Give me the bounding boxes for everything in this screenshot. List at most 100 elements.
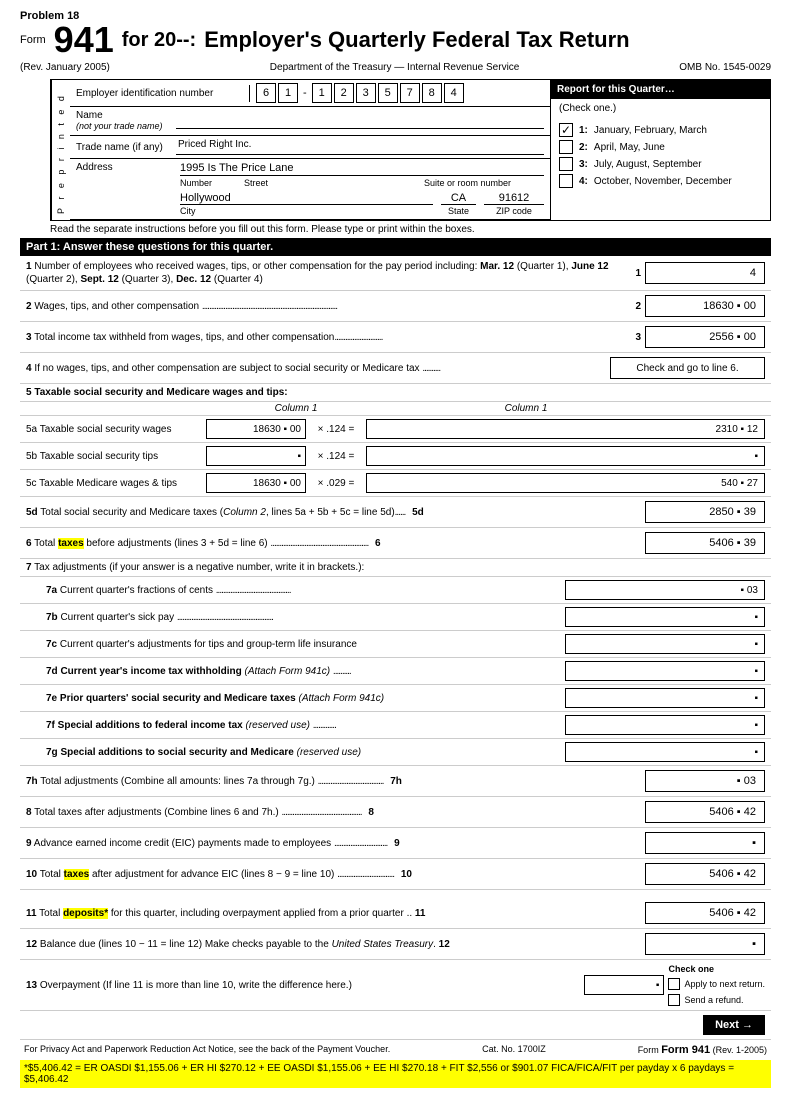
line9-answer: ▪: [645, 832, 765, 854]
name-row: Name (not your trade name): [70, 107, 550, 136]
ein-digit-9: 4: [444, 83, 464, 103]
line9-text: 9 Advance earned income credit (EIC) pay…: [26, 838, 387, 849]
line1-text: 1 Number of employees who received wages…: [26, 261, 609, 285]
line4-text: 4 If no wages, tips, and other compensat…: [26, 363, 440, 374]
line2-answer: 18630 ▪ 00: [645, 295, 765, 317]
line8-text: 8 Total taxes after adjustments (Combine…: [26, 807, 362, 818]
line1-answer: 4: [645, 262, 765, 284]
problem-label: Problem 18: [20, 10, 771, 22]
line13-text: 13 Overpayment (If line 11 is more than …: [26, 980, 352, 991]
ein-label: Employer identification number: [76, 88, 213, 99]
trade-input[interactable]: Priced Right Inc.: [176, 139, 544, 155]
col-headers: Column 1 Column 1: [20, 402, 771, 416]
apply-next-checkbox[interactable]: [668, 978, 680, 990]
ein-digit-7: 7: [400, 83, 420, 103]
line7-header: 7 Tax adjustments (if your answer is a n…: [20, 559, 771, 577]
line5c-label: 5c Taxable Medicare wages & tips: [26, 478, 177, 489]
line3-row: 3 Total income tax withheld from wages, …: [20, 322, 771, 353]
line7c-row: 7c Current quarter's adjustments for tip…: [20, 631, 771, 658]
ein-dash: -: [303, 87, 307, 99]
ein-row: Employer identification number 6 1 - 1 2…: [70, 80, 550, 107]
line5a-col1: 18630 ▪ 00: [206, 419, 306, 439]
line5a-col2: 2310 ▪ 12: [366, 419, 765, 439]
line11-text: 11 Total deposits* for this quarter, inc…: [26, 908, 426, 919]
line5d-answer: 2850 ▪ 39: [645, 501, 765, 523]
line7f-answer: ▪: [565, 715, 765, 735]
address-row: Address 1995 Is The Price Lane Number St…: [70, 159, 550, 220]
omb-label: OMB No. 1545-0029: [679, 62, 771, 73]
line3-answer: 2556 ▪ 00: [645, 326, 765, 348]
line5c-col2: 540 ▪ 27: [366, 473, 765, 493]
apply-next-option[interactable]: Apply to next return.: [668, 978, 765, 990]
line6-answer: 5406 ▪ 39: [645, 532, 765, 554]
line12-answer: ▪: [645, 933, 765, 955]
report-subheader: (Check one.): [559, 103, 616, 114]
quarter-1-row[interactable]: ✓ 1: January, February, March 2: April, …: [551, 118, 770, 193]
send-refund-option[interactable]: Send a refund.: [668, 994, 765, 1006]
ein-digit-5: 3: [356, 83, 376, 103]
name-input[interactable]: [176, 113, 544, 129]
quarter-2-num: 2:: [579, 142, 588, 153]
ein-digit-8: 8: [422, 83, 442, 103]
line5b-row: 5b Taxable social security tips ▪ × .124…: [20, 443, 771, 470]
addr-label: Address: [76, 162, 176, 173]
line7e-row: 7e Prior quarters' social security and M…: [20, 685, 771, 712]
line12-text: 12 Balance due (lines 10 − 11 = line 12)…: [26, 939, 450, 950]
line5d-row: 5d Total social security and Medicare ta…: [20, 497, 771, 528]
trade-row: Trade name (if any) Priced Right Inc.: [70, 136, 550, 159]
line5b-col2: ▪: [366, 446, 765, 466]
line5c-mult: × .029 =: [318, 478, 355, 489]
quarter-4-checkbox[interactable]: [559, 174, 573, 188]
line4-row: 4 If no wages, tips, and other compensat…: [20, 353, 771, 384]
main-form-box: P r e p r i n t e d Employer identificat…: [50, 79, 771, 221]
line7g-answer: ▪: [565, 742, 765, 762]
line5a-row: 5a Taxable social security wages 18630 ▪…: [20, 416, 771, 443]
quarter-2-checkbox[interactable]: [559, 140, 573, 154]
line13-input[interactable]: ▪: [584, 975, 664, 995]
line8-row: 8 Total taxes after adjustments (Combine…: [20, 797, 771, 828]
name-sublabel: (not your trade name): [76, 121, 163, 131]
addr-state-lbl: State: [441, 206, 476, 216]
quarter-3-num: 3:: [579, 159, 588, 170]
line5b-label: 5b Taxable social security tips: [26, 451, 158, 462]
line7g-row: 7g Special additions to social security …: [20, 739, 771, 766]
line6-text: 6 Total taxes before adjustments (lines …: [26, 538, 368, 549]
next-button[interactable]: Next →: [703, 1015, 765, 1035]
addr-zip-value: 91612: [499, 192, 530, 204]
ein-boxes[interactable]: 6 1 - 1 2 3 5 7 8 4: [250, 80, 550, 106]
ein-digit-1: 6: [256, 83, 276, 103]
line7g-text: 7g Special additions to social security …: [46, 747, 361, 758]
line7d-row: 7d Current year's income tax withholding…: [20, 658, 771, 685]
line7a-row: 7a Current quarter's fractions of cents …: [20, 577, 771, 604]
line6-row: 6 Total taxes before adjustments (lines …: [20, 528, 771, 559]
preprinted-label: P r e p r i n t e d: [51, 80, 70, 220]
next-button-row: Next →: [20, 1011, 771, 1040]
send-refund-checkbox[interactable]: [668, 994, 680, 1006]
line7d-text: 7d Current year's income tax withholding…: [46, 666, 351, 677]
addr-suite-lbl: Suite or room number: [424, 178, 544, 188]
trade-label: Trade name (if any): [76, 142, 163, 153]
line7a-answer: ▪ 03: [565, 580, 765, 600]
line7d-answer: ▪: [565, 661, 765, 681]
line7b-answer: ▪: [565, 607, 765, 627]
form-word-label: Form: [20, 34, 46, 46]
addr-city-lbl: City: [180, 206, 433, 216]
trade-value: Priced Right Inc.: [178, 139, 251, 150]
left-form-section: Employer identification number 6 1 - 1 2…: [70, 80, 550, 220]
report-quarter-section: Report for this Quarter… (Check one.) ✓ …: [550, 80, 770, 220]
line8-answer: 5406 ▪ 42: [645, 801, 765, 823]
line7b-row: 7b Current quarter's sick pay ..........…: [20, 604, 771, 631]
ein-digit-3: 1: [312, 83, 332, 103]
line4-answer: Check and go to line 6.: [610, 357, 765, 379]
report-header: Report for this Quarter…: [557, 84, 675, 95]
addr-street-value: 1995 Is The Price Lane: [180, 162, 294, 174]
line13-row: 13 Overpayment (If line 11 is more than …: [20, 960, 771, 1011]
line5d-text: 5d Total social security and Medicare ta…: [26, 507, 405, 518]
quarter-3-checkbox[interactable]: [559, 157, 573, 171]
form-header: Form 941 for 20--: Employer's Quarterly …: [20, 22, 771, 58]
line5b-col1: ▪: [206, 446, 306, 466]
send-refund-label: Send a refund.: [684, 995, 743, 1005]
line11-answer: 5406 ▪ 42: [645, 902, 765, 924]
line5-header: 5 Taxable social security and Medicare w…: [20, 384, 771, 402]
quarter-1-checkbox[interactable]: ✓: [559, 123, 573, 137]
